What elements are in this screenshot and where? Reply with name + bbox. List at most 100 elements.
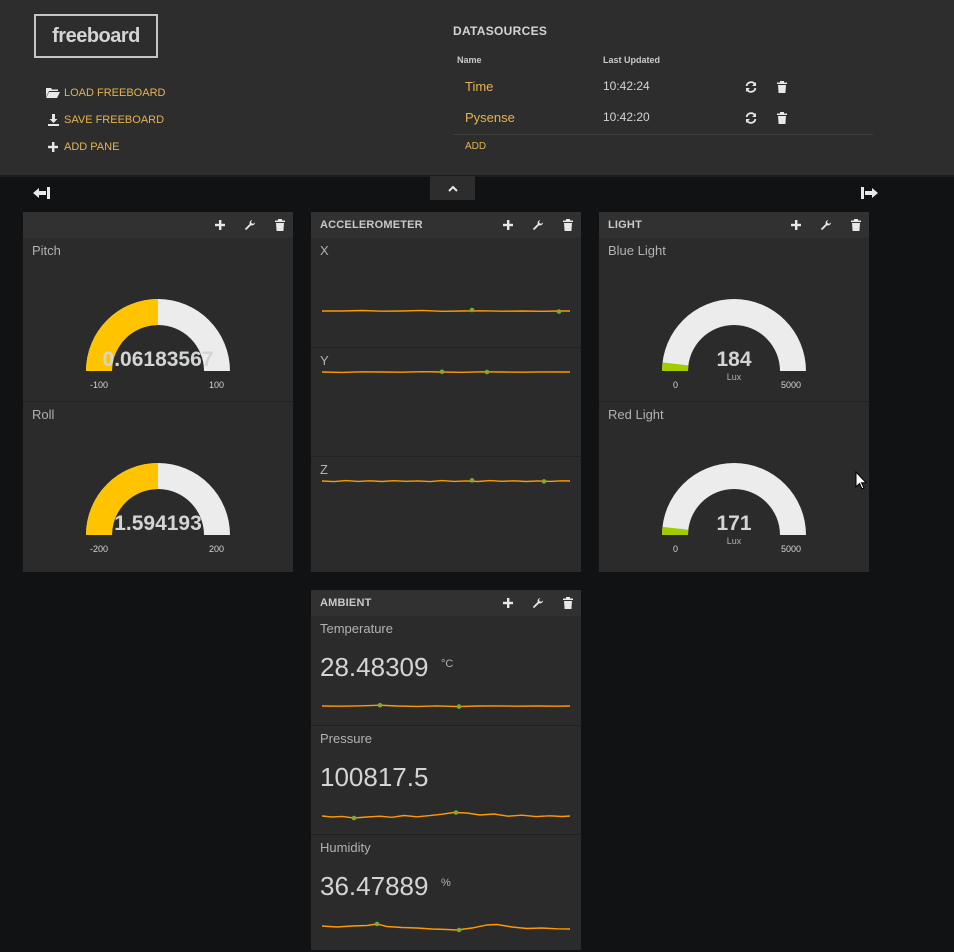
widget-roll: Roll 1.594193 -200 200 xyxy=(23,401,293,573)
mouse-cursor-icon xyxy=(855,471,867,490)
gauge-value: 1.594193 xyxy=(114,512,202,535)
folder-open-icon xyxy=(46,87,60,98)
widget-value: 36.47889 xyxy=(320,871,429,901)
pane-light: LIGHT Blue Light 184 Lux 0 5000 Red Ligh… xyxy=(599,212,869,572)
datasource-row: Time 10:42:24 xyxy=(453,71,873,102)
datasource-row: Pysense 10:42:20 xyxy=(453,102,873,133)
refresh-icon[interactable] xyxy=(745,111,757,124)
divider xyxy=(0,175,954,177)
column-right-icon[interactable] xyxy=(860,186,878,200)
datasource-updated: 10:42:24 xyxy=(603,79,650,93)
add-widget-icon[interactable] xyxy=(501,218,515,232)
pane-tools xyxy=(501,596,575,610)
gauge-max: 5000 xyxy=(781,380,802,390)
widget-title: Roll xyxy=(32,407,55,422)
refresh-icon[interactable] xyxy=(745,80,757,93)
sparkline-x xyxy=(322,307,570,314)
sparkline-temperature xyxy=(322,702,571,709)
datasource-name[interactable]: Pysense xyxy=(465,102,515,133)
gauge-max: 5000 xyxy=(781,544,802,554)
widget-pressure: Pressure 100817.5 xyxy=(311,725,581,835)
trash-icon[interactable] xyxy=(273,218,287,232)
col-name-header: Name xyxy=(457,55,482,65)
main-menu: LOAD FREEBOARD SAVE FREEBOARD ADD PANE xyxy=(46,79,165,160)
datasource-name[interactable]: Time xyxy=(465,71,493,102)
widget-value: 28.48309 xyxy=(320,652,429,682)
datasource-updated: 10:42:20 xyxy=(603,110,650,124)
sparkline-pressure xyxy=(322,810,571,821)
load-freeboard-button[interactable]: LOAD FREEBOARD xyxy=(46,79,165,106)
add-pane-label: ADD PANE xyxy=(64,140,120,153)
sparkline-humidity xyxy=(322,921,571,933)
widget-humidity: Humidity 36.47889 % xyxy=(311,834,581,951)
add-datasource-button[interactable]: ADD xyxy=(465,141,486,152)
gauge-min: 0 xyxy=(673,544,679,554)
roll-gauge xyxy=(86,463,230,535)
pane-tools xyxy=(501,218,575,232)
wrench-icon[interactable] xyxy=(531,218,545,232)
gauge-min: 0 xyxy=(673,380,679,390)
add-pane-button[interactable]: ADD PANE xyxy=(46,133,165,160)
widget-title: Humidity xyxy=(320,840,371,855)
logo: freeboard xyxy=(34,14,158,58)
chevron-up-icon xyxy=(447,179,458,197)
widget-temperature: Temperature 28.48309 °C xyxy=(311,616,581,725)
pane-title: AMBIENT xyxy=(320,597,372,609)
widget-units: % xyxy=(441,877,451,889)
pane-accelerometer: ACCELEROMETER X Y Z xyxy=(311,212,581,572)
pane-header xyxy=(23,212,293,238)
pane-header: LIGHT xyxy=(599,212,869,238)
wrench-icon[interactable] xyxy=(531,596,545,610)
pane-header: ACCELEROMETER xyxy=(311,212,581,238)
save-freeboard-button[interactable]: SAVE FREEBOARD xyxy=(46,106,165,133)
widget-value: 100817.5 xyxy=(320,762,429,792)
load-freeboard-label: LOAD FREEBOARD xyxy=(64,86,166,99)
trash-icon[interactable] xyxy=(777,111,789,124)
widget-title: Red Light xyxy=(608,407,664,422)
widget-red-light: Red Light 171 Lux 0 5000 xyxy=(599,401,869,573)
trash-icon[interactable] xyxy=(777,80,789,93)
widget-title: Temperature xyxy=(320,621,393,636)
widget-title: Pitch xyxy=(32,243,61,258)
col-updated-header: Last Updated xyxy=(603,55,661,65)
gauge-min: -200 xyxy=(90,544,109,554)
pane-tools xyxy=(213,218,287,232)
gauge-value: 171 xyxy=(716,512,752,535)
gauge-units: Lux xyxy=(726,372,742,382)
datasources-panel: DATASOURCES Name Last Updated Time 10:42… xyxy=(453,24,873,152)
sparkline-z xyxy=(322,478,571,484)
widget-title: X xyxy=(320,243,329,258)
widget-title: Blue Light xyxy=(608,243,666,258)
gauge-max: 200 xyxy=(209,544,225,554)
add-widget-icon[interactable] xyxy=(789,218,803,232)
wrench-icon[interactable] xyxy=(819,218,833,232)
gauge-value: 0.06183567 xyxy=(102,348,214,371)
trash-icon[interactable] xyxy=(561,596,575,610)
divider xyxy=(453,134,873,135)
sparkline-y xyxy=(322,369,571,375)
save-freeboard-label: SAVE FREEBOARD xyxy=(64,113,165,126)
header: freeboard LOAD FREEBOARD SAVE FREEBOARD … xyxy=(0,0,954,176)
trash-icon[interactable] xyxy=(849,218,863,232)
column-left-icon[interactable] xyxy=(33,186,51,200)
widget-accel-z: Z xyxy=(311,456,581,573)
widget-accel-x: X xyxy=(311,238,581,347)
pane-tools xyxy=(789,218,863,232)
add-widget-icon[interactable] xyxy=(213,218,227,232)
gauge-min: -100 xyxy=(90,380,109,390)
widget-blue-light: Blue Light 184 Lux 0 5000 xyxy=(599,238,869,401)
pane-title: LIGHT xyxy=(608,219,642,231)
gauge-value: 184 xyxy=(716,348,752,371)
collapse-header-button[interactable] xyxy=(430,176,475,200)
gauge-units: Lux xyxy=(726,536,742,546)
add-widget-icon[interactable] xyxy=(501,596,515,610)
widget-title: Pressure xyxy=(320,731,373,746)
trash-icon[interactable] xyxy=(561,218,575,232)
widget-pitch: Pitch 0.06183567 -100 100 xyxy=(23,238,293,401)
datasources-title: DATASOURCES xyxy=(453,24,548,38)
download-icon xyxy=(46,113,60,126)
widget-units: °C xyxy=(441,658,454,670)
pane-ambient: AMBIENT Temperature 28.48309 °C Pressure… xyxy=(311,590,581,950)
wrench-icon[interactable] xyxy=(243,218,257,232)
gauge-max: 100 xyxy=(209,380,225,390)
